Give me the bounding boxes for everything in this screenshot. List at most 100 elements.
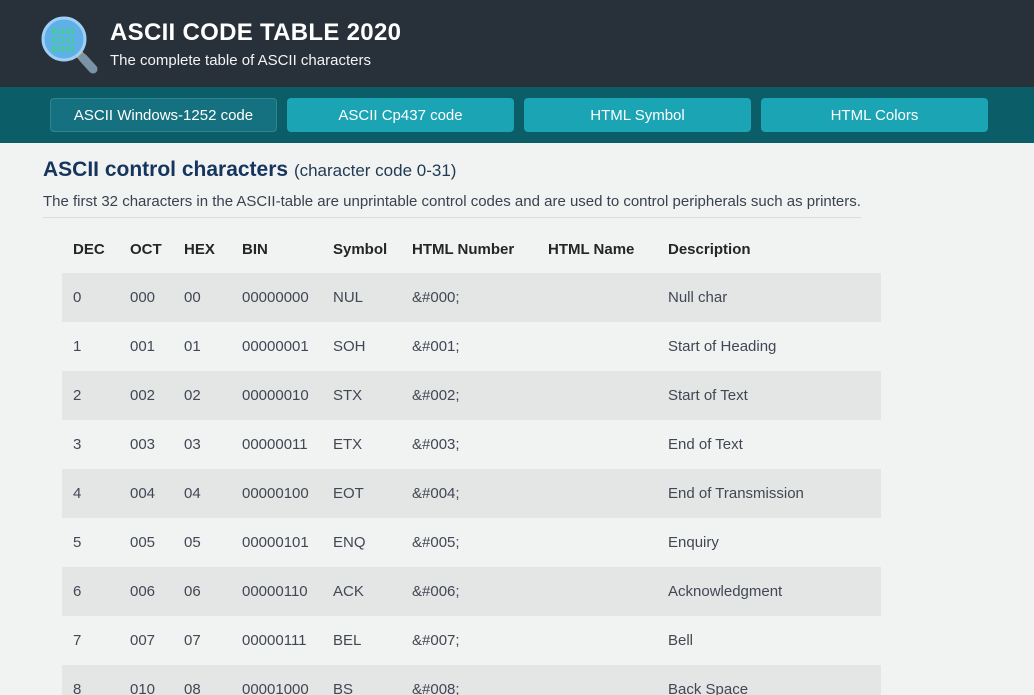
- table-cell: [537, 420, 657, 469]
- table-cell: EOT: [333, 485, 364, 502]
- table-cell: [537, 371, 657, 420]
- table-cell: &#002;: [412, 387, 460, 404]
- table-cell: Bell: [668, 632, 694, 649]
- intro-text: The first 32 characters in the ASCII-tab…: [43, 193, 861, 218]
- table-cell: &#006;: [412, 583, 460, 600]
- table-row: 6 006 06 00000110 ACK &#006; Acknowledgment: [62, 567, 881, 616]
- table-row: 8 010 08 00001000 BS &#008; Back Space: [62, 665, 881, 695]
- table-cell: ETX: [333, 436, 363, 453]
- site-subtitle: The complete table of ASCII characters: [110, 51, 371, 69]
- table-cell: 0: [73, 289, 82, 306]
- column-header: BIN: [242, 241, 268, 258]
- table-cell: 004: [130, 485, 156, 502]
- table-cell: 4: [73, 485, 82, 502]
- table-cell: 05: [184, 534, 201, 551]
- table-cell: &#001;: [412, 338, 460, 355]
- table-cell: 1: [73, 338, 82, 355]
- main-content: ASCII control characters (character code…: [0, 143, 1034, 695]
- table-cell: &#004;: [412, 485, 460, 502]
- table-cell: End of Transmission: [668, 485, 804, 502]
- table-cell: 005: [130, 534, 156, 551]
- table-cell: 8: [73, 681, 82, 695]
- table-cell: Back Space: [668, 681, 749, 695]
- table-cell: BEL: [333, 632, 362, 649]
- table-cell: &#007;: [412, 632, 460, 649]
- table-cell: [537, 616, 657, 665]
- table-row: 7 007 07 00000111 BEL &#007; Bell: [62, 616, 881, 665]
- table-cell: ENQ: [333, 534, 366, 551]
- table-cell: [537, 469, 657, 518]
- table-cell: End of Text: [668, 436, 743, 453]
- table-cell: Start of Text: [668, 387, 748, 404]
- table-cell: 000: [130, 289, 156, 306]
- svg-text:01101: 01101: [51, 27, 75, 36]
- table-cell: [537, 273, 657, 322]
- column-header: DEC: [73, 241, 105, 258]
- table-cell: SOH: [333, 338, 366, 355]
- table-cell: 00000111: [242, 632, 307, 649]
- site-title: ASCII CODE TABLE 2020: [110, 18, 402, 46]
- table-row: 5 005 05 00000101 ENQ &#005; Enquiry: [62, 518, 881, 567]
- table-row: 1 001 01 00000001 SOH &#001; Start of Heading: [62, 322, 881, 371]
- table-cell: NUL: [333, 289, 364, 306]
- table-cell: 00: [184, 289, 201, 306]
- page-title-text: ASCII control characters: [43, 158, 289, 181]
- nav-button-html-colors[interactable]: HTML Colors: [761, 98, 988, 132]
- table-cell: 5: [73, 534, 82, 551]
- table-cell: 2: [73, 387, 82, 404]
- table-cell: [537, 322, 657, 371]
- table-cell: 00000100: [242, 485, 309, 502]
- table-cell: 08: [184, 681, 201, 695]
- table-cell: 7: [73, 632, 82, 649]
- table-cell: 007: [130, 632, 156, 649]
- table-cell: &#003;: [412, 436, 460, 453]
- table-cell: 003: [130, 436, 156, 453]
- table-cell: 006: [130, 583, 156, 600]
- column-header: HTML Number: [412, 241, 515, 258]
- ascii-table-body: 0 000 00 00000000 NUL &#000; Null char 1 001 01 00…: [62, 273, 881, 695]
- nav-button-ascii-cp437[interactable]: ASCII Cp437 code: [287, 98, 514, 132]
- page-title: ASCII control characters (character code…: [43, 158, 1034, 182]
- table-cell: [537, 665, 657, 695]
- table-row: 0 000 00 00000000 NUL &#000; Null char: [62, 273, 881, 322]
- table-cell: 07: [184, 632, 201, 649]
- table-cell: &#000;: [412, 289, 460, 306]
- table-cell: [537, 518, 657, 567]
- ascii-control-characters-table: DEC OCT HEX BIN Symbol HTML Number HTML Name De…: [62, 227, 881, 695]
- nav-button-ascii-windows-1252[interactable]: ASCII Windows-1252 code: [50, 98, 277, 132]
- table-cell: 001: [130, 338, 156, 355]
- table-cell: Null char: [668, 289, 728, 306]
- column-header: Symbol: [333, 241, 388, 258]
- table-cell: 010: [130, 681, 156, 695]
- site-header: 01101 01101 01101 ASCII CODE TABLE 2020 …: [0, 0, 1034, 87]
- table-cell: 3: [73, 436, 82, 453]
- ascii-table-wrapper: DEC OCT HEX BIN Symbol HTML Number HTML Name De…: [62, 227, 1034, 695]
- column-header: HEX: [184, 241, 215, 258]
- table-cell: [537, 567, 657, 616]
- table-cell: Enquiry: [668, 534, 719, 551]
- table-cell: 03: [184, 436, 201, 453]
- table-cell: 04: [184, 485, 201, 502]
- nav-button-html-symbol[interactable]: HTML Symbol: [524, 98, 751, 132]
- svg-text:01101: 01101: [51, 36, 75, 45]
- table-cell: 00000110: [242, 583, 308, 600]
- table-cell: STX: [333, 387, 363, 404]
- column-header: HTML Name: [548, 241, 635, 258]
- site-logo: 01101 01101 01101: [38, 13, 100, 75]
- table-cell: 01: [184, 338, 201, 355]
- table-cell: Acknowledgment: [668, 583, 783, 600]
- table-row: 3 003 03 00000011 ETX &#003; End of Text: [62, 420, 881, 469]
- table-cell: Start of Heading: [668, 338, 777, 355]
- table-row: 2 002 02 00000010 STX &#002; Start of Text: [62, 371, 881, 420]
- table-cell: 00000000: [242, 289, 309, 306]
- table-cell: 02: [184, 387, 201, 404]
- table-cell: 00000001: [242, 338, 309, 355]
- svg-text:01101: 01101: [51, 45, 75, 54]
- column-header: Description: [668, 241, 751, 258]
- table-cell: 00001000: [242, 681, 309, 695]
- magnifier-binary-icon: 01101 01101 01101: [41, 16, 98, 73]
- table-cell: &#005;: [412, 534, 460, 551]
- table-cell: 06: [184, 583, 201, 600]
- table-cell: BS: [333, 681, 354, 695]
- table-row: 4 004 04 00000100 EOT &#004; End of Transmissi…: [62, 469, 881, 518]
